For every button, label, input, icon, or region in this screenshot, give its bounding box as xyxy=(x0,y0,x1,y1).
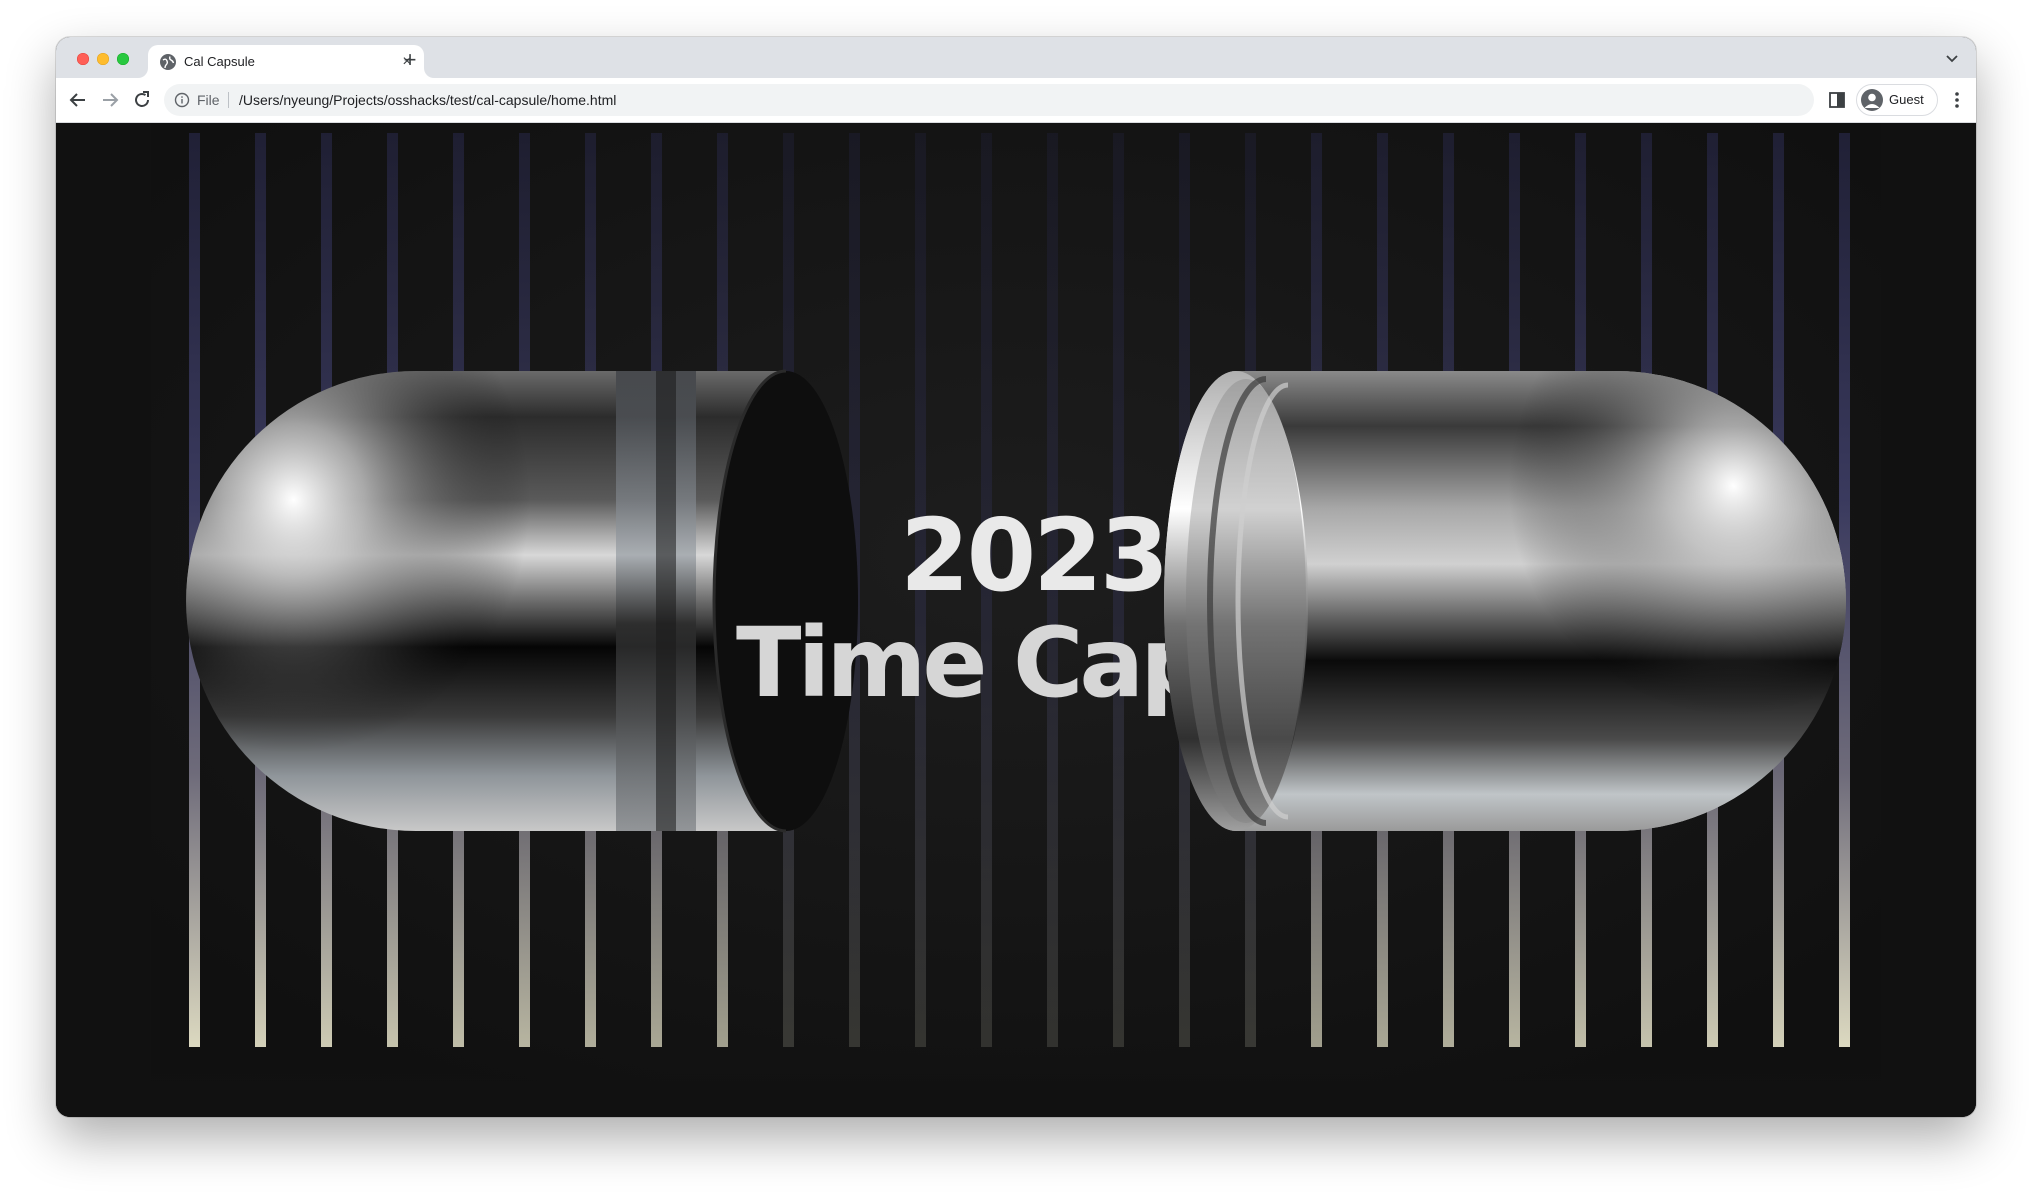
info-icon[interactable] xyxy=(174,92,190,108)
new-tab-button[interactable]: + xyxy=(396,46,424,74)
side-panel-icon[interactable] xyxy=(1826,89,1848,111)
tab-title: Cal Capsule xyxy=(184,54,255,69)
globe-icon xyxy=(160,54,176,70)
profile-button[interactable]: Guest xyxy=(1856,84,1938,116)
left-capsule-half xyxy=(186,369,858,833)
page-viewport: 2023 Time Caps xyxy=(56,123,1976,1117)
back-arrow-icon[interactable] xyxy=(66,88,90,112)
browser-window: Cal Capsule × + File /Users/nyeung/Proje… xyxy=(56,37,1976,1117)
reload-icon[interactable] xyxy=(130,88,154,112)
url-scheme-label: File xyxy=(197,92,220,108)
account-icon xyxy=(1861,89,1883,111)
close-window-button[interactable] xyxy=(77,53,89,65)
browser-toolbar: File /Users/nyeung/Projects/osshacks/tes… xyxy=(56,78,1976,123)
light-bar xyxy=(1047,133,1058,1047)
light-bar xyxy=(1113,133,1124,1047)
profile-name: Guest xyxy=(1889,92,1924,107)
light-bar xyxy=(981,133,992,1047)
divider xyxy=(228,92,229,108)
url-text[interactable]: /Users/nyeung/Projects/osshacks/test/cal… xyxy=(239,92,616,108)
chevron-down-icon[interactable] xyxy=(1942,48,1962,68)
address-bar[interactable]: File /Users/nyeung/Projects/osshacks/tes… xyxy=(164,84,1814,116)
capsule-scene xyxy=(56,123,1976,1117)
forward-arrow-icon[interactable] xyxy=(98,88,122,112)
right-capsule-half xyxy=(1164,371,1846,831)
tab-cal-capsule[interactable]: Cal Capsule × xyxy=(148,45,424,78)
light-bar xyxy=(915,133,926,1047)
maximize-window-button[interactable] xyxy=(117,53,129,65)
more-vert-icon[interactable] xyxy=(1946,89,1968,111)
tab-strip: Cal Capsule × + xyxy=(56,37,1976,78)
bottom-fade xyxy=(151,1053,1881,1093)
minimize-window-button[interactable] xyxy=(97,53,109,65)
